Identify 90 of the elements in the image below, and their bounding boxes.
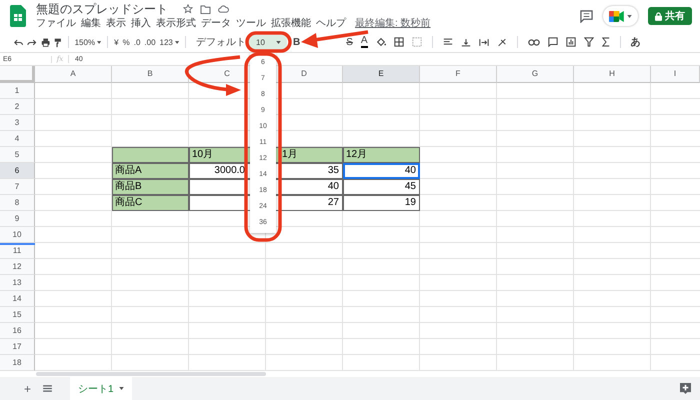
link-icon[interactable] [528, 38, 540, 46]
row-header[interactable]: 7 [0, 179, 35, 195]
number-format-dropdown[interactable]: 123 [160, 38, 173, 46]
annotation-arrow [300, 29, 370, 49]
menu-item[interactable]: データ [201, 18, 231, 30]
undo-icon[interactable] [14, 38, 24, 46]
add-sheet-button[interactable]: + [24, 382, 32, 396]
lock-icon [655, 12, 662, 20]
document-title[interactable]: 無題のスプレッドシート [36, 0, 168, 18]
print-icon[interactable] [40, 36, 50, 48]
row-header[interactable]: 2 [0, 99, 35, 115]
align-icon[interactable] [442, 38, 453, 46]
text-color-button[interactable]: A [360, 36, 368, 48]
folder-icon[interactable] [200, 4, 211, 14]
table-cell: 12月 [343, 147, 420, 163]
column-header[interactable]: F [420, 66, 497, 83]
sheet-list-icon[interactable] [43, 385, 52, 392]
star-icon[interactable] [183, 4, 193, 14]
redo-icon[interactable] [27, 38, 37, 46]
table-cell: 45 [343, 179, 420, 195]
column-header[interactable]: A [35, 66, 112, 83]
table-cell: 商品C [112, 195, 189, 211]
strikethrough-button[interactable]: S [346, 36, 353, 48]
last-edit-link[interactable]: 最終編集: 数秒前 [355, 18, 431, 30]
row-header[interactable]: 8 [0, 195, 35, 211]
annotation-arrow [183, 54, 242, 96]
share-button[interactable]: 共有 [648, 7, 692, 25]
explore-icon[interactable] [680, 383, 691, 394]
decrease-decimal-button[interactable]: .0 [134, 38, 140, 46]
caret-icon [118, 387, 124, 390]
menu-item[interactable]: ファイル [36, 18, 76, 30]
row-header[interactable]: 3 [0, 115, 35, 131]
caret-icon [276, 40, 281, 44]
row-header[interactable]: 17 [0, 339, 35, 355]
meet-logo-icon [609, 10, 624, 22]
row-header[interactable]: 1 [0, 83, 35, 99]
column-header[interactable]: G [497, 66, 574, 83]
row-header[interactable]: 15 [0, 307, 35, 323]
meet-button[interactable] [603, 6, 638, 26]
filter-icon[interactable] [584, 37, 594, 47]
input-tools-button[interactable]: あ [630, 35, 641, 49]
font-dropdown[interactable]: デフォルト [196, 35, 246, 49]
row-header[interactable]: 10 [0, 227, 35, 243]
table-cell: 19 [343, 195, 420, 211]
sheets-logo-icon[interactable] [10, 5, 26, 27]
fill-color-icon[interactable] [376, 37, 386, 47]
cloud-icon[interactable] [218, 5, 229, 13]
percent-button[interactable]: % [122, 38, 130, 46]
row-header[interactable]: 5 [0, 147, 35, 163]
row-header[interactable]: 14 [0, 291, 35, 307]
column-header[interactable]: H [574, 66, 651, 83]
increase-decimal-button[interactable]: .00 [144, 38, 156, 46]
sheet-tab[interactable]: シート1 [70, 377, 132, 400]
merge-cells-icon[interactable] [412, 37, 422, 47]
menu-item[interactable]: ツール [236, 18, 266, 30]
menu-item[interactable]: 編集 [81, 18, 101, 30]
row-header[interactable]: 9 [0, 211, 35, 227]
currency-button[interactable]: ¥ [114, 38, 119, 46]
table-cell: 40 [343, 163, 420, 179]
menu-item[interactable]: 表示 [106, 18, 126, 30]
row-header[interactable]: 12 [0, 259, 35, 275]
row-drag-handle[interactable] [0, 243, 35, 245]
vertical-align-icon[interactable] [460, 38, 471, 46]
row-header[interactable]: 13 [0, 275, 35, 291]
column-header[interactable]: E [343, 66, 420, 83]
menu-item[interactable]: 表示形式 [156, 18, 196, 30]
bold-button[interactable]: B [293, 36, 300, 48]
menu-item[interactable]: 拡張機能 [271, 18, 311, 30]
paint-format-icon[interactable] [54, 36, 62, 48]
comment-icon[interactable] [580, 10, 593, 22]
zoom-dropdown[interactable]: 150% [74, 38, 96, 46]
borders-icon[interactable] [394, 37, 404, 47]
comment-icon[interactable] [548, 37, 558, 47]
chart-icon[interactable] [566, 37, 576, 47]
row-header[interactable]: 6 [0, 163, 35, 179]
menu-item[interactable]: ヘルプ [316, 18, 346, 30]
caret-icon [97, 40, 102, 44]
table-cell: 商品A [112, 163, 189, 179]
row-header[interactable]: 18 [0, 355, 35, 371]
row-header[interactable]: 16 [0, 323, 35, 339]
text-wrap-icon[interactable] [478, 38, 489, 46]
text-rotate-icon[interactable] [496, 38, 507, 46]
row-header[interactable]: 4 [0, 131, 35, 147]
menu-item[interactable]: 挿入 [131, 18, 151, 30]
caret-icon [174, 40, 180, 44]
column-header[interactable]: I [651, 66, 700, 83]
column-header[interactable]: B [112, 66, 189, 83]
caret-icon [627, 14, 632, 18]
table-cell: 商品B [112, 179, 189, 195]
sigma-icon[interactable] [602, 37, 610, 47]
